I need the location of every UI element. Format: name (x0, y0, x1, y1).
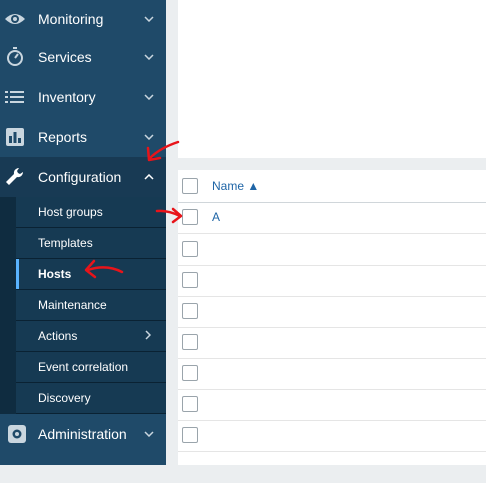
stopwatch-icon (4, 46, 26, 68)
submenu-item-label: Event correlation (38, 360, 129, 374)
submenu-item-label: Host groups (38, 205, 103, 219)
select-all-checkbox[interactable] (182, 178, 198, 194)
row-checkbox[interactable] (182, 427, 198, 443)
row-checkbox[interactable] (182, 241, 198, 257)
sidebar: Monitoring Services Inventory Reports Co… (0, 0, 166, 465)
table-row (178, 452, 486, 483)
table-row (178, 234, 486, 266)
gear-icon (6, 423, 28, 445)
sidebar-item-monitoring[interactable]: Monitoring (0, 0, 166, 37)
table-row (178, 389, 486, 421)
submenu-item-label: Hosts (38, 267, 72, 281)
table-row (178, 327, 486, 359)
submenu-item-label: Templates (38, 236, 93, 250)
table-row (178, 265, 486, 297)
sidebar-item-label: Administration (38, 426, 127, 442)
filter-area (178, 0, 486, 158)
table-row (178, 358, 486, 390)
sidebar-item-label: Configuration (38, 169, 122, 185)
table-row (178, 296, 486, 328)
hosts-table: Name ▲ A (178, 170, 486, 465)
row-checkbox[interactable] (182, 396, 198, 412)
row-checkbox[interactable] (182, 303, 198, 319)
submenu-item-label: Discovery (38, 391, 91, 405)
selected-indicator (16, 259, 19, 289)
table-header: Name ▲ (178, 170, 486, 203)
configuration-submenu: Host groups Templates Hosts Maintenance … (0, 197, 166, 414)
table-row (178, 420, 486, 452)
eye-icon (4, 8, 26, 30)
host-name-link[interactable]: A (212, 210, 220, 224)
name-column-header[interactable]: Name ▲ (212, 179, 259, 193)
submenu-item-label: Maintenance (38, 298, 107, 312)
list-icon (4, 86, 26, 108)
submenu-item-label: Actions (38, 329, 78, 343)
annotation-arrow-hosts (84, 259, 124, 279)
submenu-item-actions[interactable]: Actions (16, 321, 166, 352)
sidebar-item-label: Inventory (38, 89, 96, 105)
row-checkbox[interactable] (182, 365, 198, 381)
submenu-item-discovery[interactable]: Discovery (16, 383, 166, 414)
annotation-arrow-host-row (155, 207, 183, 224)
sidebar-item-services[interactable]: Services (0, 37, 166, 77)
sidebar-item-label: Monitoring (38, 10, 104, 27)
submenu-item-templates[interactable]: Templates (16, 228, 166, 259)
chevron-right-icon (145, 327, 152, 345)
submenu-item-maintenance[interactable]: Maintenance (16, 290, 166, 321)
chevron-down-icon (143, 91, 155, 103)
annotation-arrow-configuration (146, 140, 180, 162)
sidebar-item-label: Reports (38, 129, 88, 145)
bar-chart-icon (4, 126, 26, 148)
chevron-down-icon (143, 428, 155, 440)
wrench-icon (4, 166, 26, 188)
sidebar-item-label: Services (38, 49, 92, 65)
chevron-down-icon (143, 13, 155, 25)
table-row: A (178, 202, 486, 234)
chevron-up-icon (143, 171, 155, 183)
sidebar-item-inventory[interactable]: Inventory (0, 77, 166, 117)
sidebar-item-administration[interactable]: Administration (0, 414, 166, 454)
submenu-item-event-correlation[interactable]: Event correlation (16, 352, 166, 383)
submenu-item-host-groups[interactable]: Host groups (16, 197, 166, 228)
row-checkbox[interactable] (182, 334, 198, 350)
row-checkbox[interactable] (182, 272, 198, 288)
chevron-down-icon (143, 51, 155, 63)
